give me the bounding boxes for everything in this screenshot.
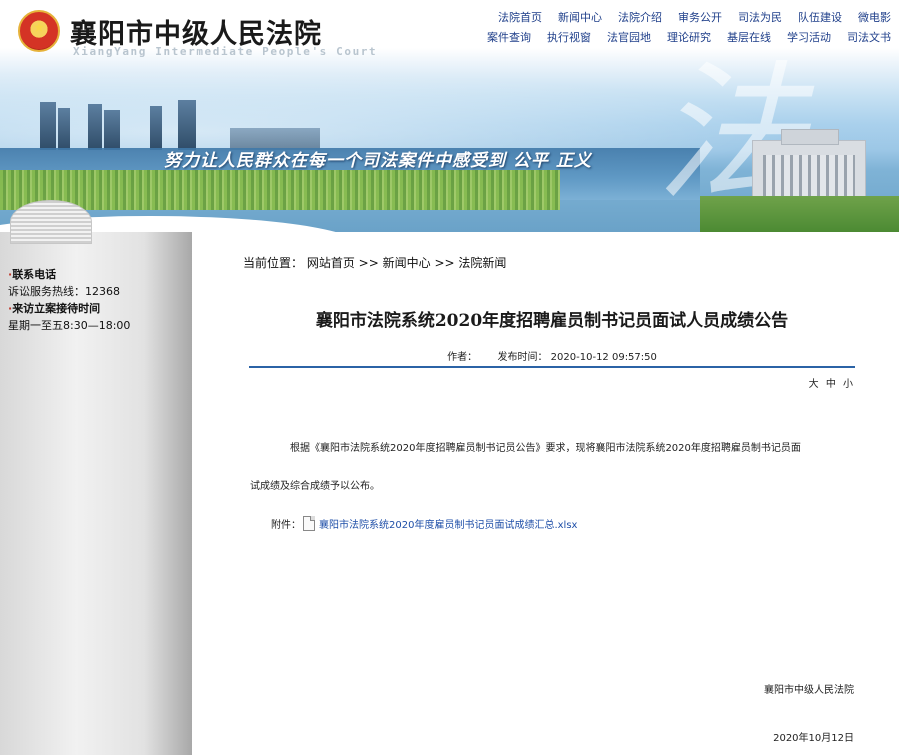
breadcrumb-news-link[interactable]: 新闻中心 [383,256,431,270]
nav-link-judicial-documents[interactable]: 司法文书 [847,29,891,45]
publish-time: 2020-10-12 09:57:50 [550,352,657,363]
site-header: 法 努力让人民群众在每一个司法案件中感受到 公平 正义 ★ 襄阳市中级人民法院 … [0,0,899,232]
contact-info: 联系电话 诉讼服务热线：12368 来访立案接待时间 星期一至五8:30—18:… [8,266,130,334]
courthouse-lawn [700,196,899,232]
breadcrumb-current-link[interactable]: 法院新闻 [458,256,506,270]
nav-link-theory-research[interactable]: 理论研究 [667,29,711,45]
attachment-link[interactable]: 襄阳市法院系统2020年度雇员制书记员面试成绩汇总.xlsx [319,516,577,531]
nav-link-study[interactable]: 学习活动 [787,29,831,45]
skyline-building [178,100,196,150]
font-size-large-button[interactable]: 大 [809,379,819,390]
article-date: 2020年10月12日 [773,733,854,744]
nav-link-judges-garden[interactable]: 法官园地 [607,29,651,45]
breadcrumb-separator: >> [354,256,383,270]
sidebar-decoration [10,200,92,244]
nav-link-news[interactable]: 新闻中心 [558,9,602,25]
article-paragraph: 根据《襄阳市法院系统2020年度招聘雇员制书记员公告》要求，现将襄阳市法院系统2… [290,443,801,454]
skyline-building [40,102,56,150]
author-label: 作者： [447,352,478,363]
font-size-medium-button[interactable]: 中 [826,379,836,390]
court-name-english: XiangYang Intermediate People's Court [73,45,378,58]
banner-slogan: 努力让人民群众在每一个司法案件中感受到 公平 正义 [164,151,592,171]
breadcrumb: 当前位置： 网站首页 >> 新闻中心 >> 法院新闻 [243,254,506,271]
left-sidebar: 联系电话 诉讼服务热线：12368 来访立案接待时间 星期一至五8:30—18:… [0,200,192,755]
skyline-building [104,110,120,150]
skyline-building [150,106,162,150]
nav-link-case-query[interactable]: 案件查询 [487,29,531,45]
nav-link-grassroots[interactable]: 基层在线 [727,29,771,45]
font-size-small-button[interactable]: 小 [843,379,853,390]
breadcrumb-separator: >> [430,256,459,270]
font-size-switcher: 大 中 小 [805,375,853,390]
hotline-text: 诉讼服务热线：12368 [8,285,120,298]
main-nav-row-2: 案件查询 执行视窗 法官园地 理论研究 基层在线 学习活动 司法文书 [471,29,891,45]
nav-link-court-affairs[interactable]: 审务公开 [678,9,722,25]
reception-hours: 星期一至五8:30—18:00 [8,319,131,332]
courthouse-roof [781,129,839,145]
skyline-building [58,108,70,150]
skyline-building [88,104,102,150]
riverside-reeds [0,170,560,210]
file-icon [303,516,315,531]
national-emblem-icon: ★ [18,10,60,52]
reception-heading: 来访立案接待时间 [8,300,130,317]
nav-link-about[interactable]: 法院介绍 [618,9,662,25]
attachment-label: 附件： [271,520,301,531]
courthouse-columns [763,155,855,197]
article-title: 襄阳市法院系统2020年度招聘雇员制书记员面试人员成绩公告 [315,311,789,331]
nav-link-enforcement[interactable]: 执行视窗 [547,29,591,45]
main-nav-row-1: 法院首页 新闻中心 法院介绍 审务公开 司法为民 队伍建设 微电影 [482,9,891,25]
article-signature: 襄阳市中级人民法院 [764,685,854,696]
article-paragraph: 试成绩及综合成绩予以公布。 [250,481,380,492]
publish-time-label: 发布时间： [497,352,548,363]
nav-link-team-building[interactable]: 队伍建设 [798,9,842,25]
breadcrumb-home-link[interactable]: 网站首页 [307,256,355,270]
article-meta: 作者： 发布时间： 2020-10-12 09:57:50 [249,348,855,363]
title-divider [249,366,855,368]
nav-link-micro-film[interactable]: 微电影 [858,9,891,25]
nav-link-home[interactable]: 法院首页 [498,9,542,25]
breadcrumb-prefix: 当前位置： [243,256,304,270]
nav-link-public-service[interactable]: 司法为民 [738,9,782,25]
attachment: 附件： 襄阳市法院系统2020年度雇员制书记员面试成绩汇总.xlsx [271,516,577,531]
contact-heading: 联系电话 [8,266,130,283]
